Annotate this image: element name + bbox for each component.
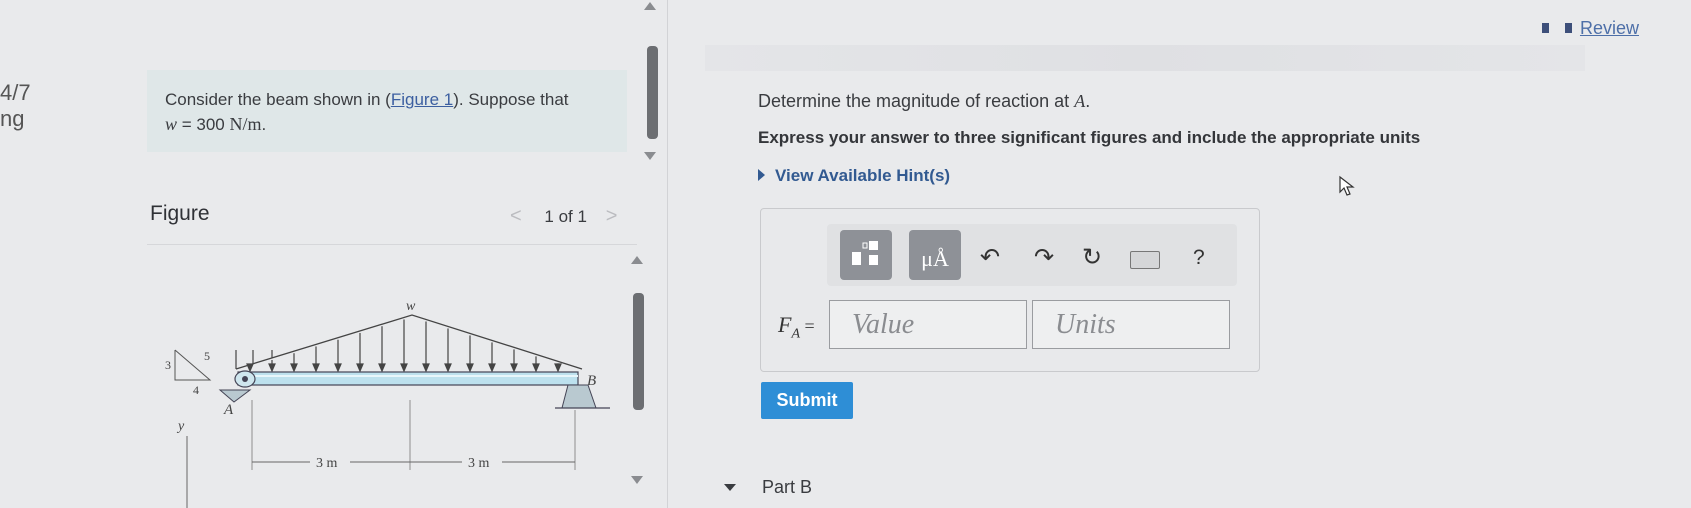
load-arrowhead xyxy=(554,363,562,373)
label-three: 3 xyxy=(165,358,171,372)
label-five: 5 xyxy=(204,349,210,363)
value-input[interactable]: Value xyxy=(829,300,1027,349)
caret-right-icon xyxy=(758,169,765,181)
review-label: Review xyxy=(1579,18,1639,38)
distributed-load xyxy=(235,314,583,373)
hints-label: View Available Hint(s) xyxy=(775,166,951,185)
edge-line-1: 4/7 xyxy=(0,80,31,105)
load-arrowhead xyxy=(356,363,364,373)
beam xyxy=(237,371,579,386)
figure-scroll-down-arrow[interactable] xyxy=(631,476,643,484)
label-a: A xyxy=(223,402,234,418)
help-button[interactable]: ? xyxy=(1193,246,1205,270)
templates-button[interactable] xyxy=(840,230,892,280)
part-b-caret-icon[interactable] xyxy=(724,484,736,491)
figure-pager: < 1 of 1 > xyxy=(510,205,617,228)
figure-link[interactable]: Figure 1 xyxy=(391,90,453,109)
instruction-text: Express your answer to three significant… xyxy=(758,128,1421,147)
edge-line-2: ng xyxy=(0,106,25,131)
left-edge-text: 4/7 ng xyxy=(0,80,31,132)
label-w: w xyxy=(406,299,416,314)
load-arrowhead xyxy=(312,363,320,373)
load-arrowhead xyxy=(290,363,298,373)
load-arrowhead xyxy=(444,363,452,373)
load-arrowhead xyxy=(334,363,342,373)
load-arrowhead xyxy=(532,363,540,373)
upper-scroll-up-arrow[interactable] xyxy=(644,2,656,10)
beam-figure: w 3 4 5 A B y 3 m 3 m xyxy=(165,299,610,508)
figure-prev-button[interactable]: < xyxy=(510,205,522,227)
review-link[interactable]: Review xyxy=(1541,18,1639,39)
w-unit: N/m xyxy=(229,114,262,134)
units-input[interactable]: Units xyxy=(1032,300,1230,349)
dimension-left: 3 m xyxy=(316,456,338,471)
label-b: B xyxy=(587,373,596,389)
units-button[interactable]: μÅ xyxy=(909,230,961,280)
load-arrowhead xyxy=(400,363,408,373)
answer-label-var: F xyxy=(778,312,792,337)
figure-page-count: 1 of 1 xyxy=(544,207,587,226)
upper-scrollbar-thumb[interactable] xyxy=(647,46,658,139)
submit-button[interactable]: Submit xyxy=(761,382,853,419)
figure-next-button[interactable]: > xyxy=(606,205,618,227)
redo-icon[interactable]: ↷ xyxy=(1034,243,1054,272)
templates-icon xyxy=(852,241,878,265)
header-bar xyxy=(705,45,1585,71)
w-equals: = 300 xyxy=(177,115,230,134)
answer-label: FA = xyxy=(778,312,815,342)
problem-end: . xyxy=(261,115,267,134)
upper-scroll-down-arrow[interactable] xyxy=(644,152,656,160)
question-variable: A xyxy=(1074,91,1086,111)
panel-divider xyxy=(667,0,668,508)
figure-scroll-up-arrow[interactable] xyxy=(631,256,643,264)
problem-prefix: Consider the beam shown in ( xyxy=(165,90,391,109)
view-hints-toggle[interactable]: View Available Hint(s) xyxy=(758,166,950,186)
load-arrowhead xyxy=(378,363,386,373)
load-arrowhead xyxy=(488,363,496,373)
keyboard-icon[interactable] xyxy=(1130,251,1160,269)
problem-text: Consider the beam shown in (Figure 1). S… xyxy=(165,88,615,137)
load-arrowhead xyxy=(466,363,474,373)
reset-icon[interactable]: ↻ xyxy=(1082,243,1102,272)
support-a-base xyxy=(218,389,252,403)
dimension-right: 3 m xyxy=(468,456,490,471)
mouse-cursor-icon xyxy=(1339,175,1355,196)
problem-suffix: ). Suppose that xyxy=(453,90,569,109)
answer-label-sub: A xyxy=(791,326,801,342)
label-four: 4 xyxy=(193,383,199,397)
load-arrowhead xyxy=(422,363,430,373)
load-arrowhead xyxy=(246,363,254,373)
question-end: . xyxy=(1085,91,1091,111)
question-prefix: Determine the magnitude of reaction at xyxy=(758,91,1075,111)
w-variable: w xyxy=(165,114,178,134)
question-text: Determine the magnitude of reaction at A… xyxy=(758,91,1090,112)
figure-divider xyxy=(147,244,637,245)
load-arrowhead xyxy=(510,363,518,373)
figure-scrollbar-thumb[interactable] xyxy=(633,293,644,410)
label-y: y xyxy=(176,419,185,434)
load-arrowhead xyxy=(268,363,276,373)
figure-title: Figure xyxy=(150,202,210,225)
review-icon xyxy=(1541,23,1572,33)
undo-icon[interactable]: ↶ xyxy=(980,243,1000,272)
part-b-header[interactable]: Part B xyxy=(762,477,812,498)
answer-label-eq: = xyxy=(800,316,815,336)
